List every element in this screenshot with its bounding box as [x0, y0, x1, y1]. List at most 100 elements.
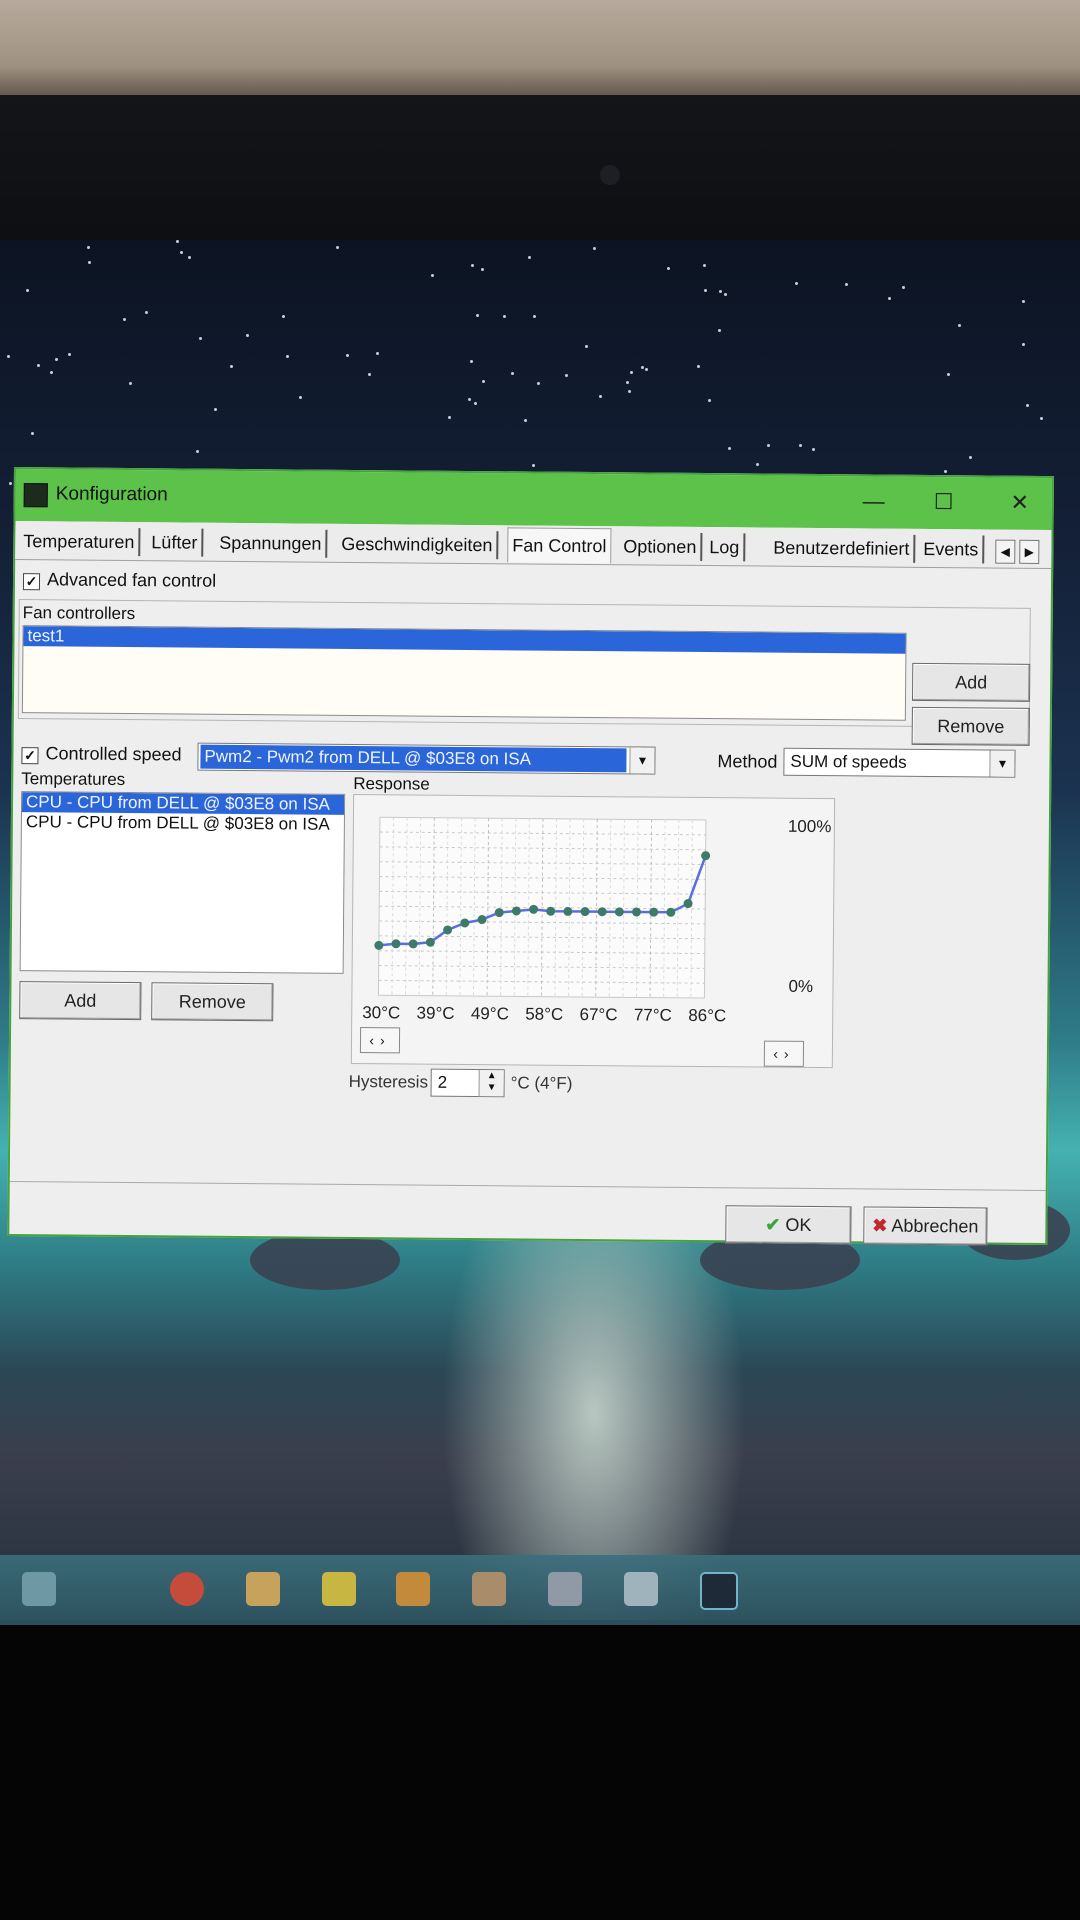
curve-point[interactable]	[374, 940, 384, 950]
advanced-fan-control-checkbox[interactable]: ✓	[22, 573, 41, 591]
curve-point[interactable]	[391, 939, 401, 949]
fan-controllers-list[interactable]: test1	[21, 625, 907, 721]
controlled-speed-checkbox[interactable]: ✓	[21, 747, 39, 765]
curve-point[interactable]	[580, 907, 590, 917]
response-chart[interactable]	[352, 795, 834, 1067]
app-icon-7[interactable]	[624, 1572, 658, 1606]
footer-divider	[9, 1180, 1046, 1192]
star	[703, 264, 706, 267]
hysteresis-spinner[interactable]: 2 ▲ ▼	[430, 1068, 505, 1098]
star	[585, 345, 588, 348]
curve-point[interactable]	[683, 899, 693, 909]
add-temperature-button[interactable]: Add	[19, 981, 142, 1021]
star	[199, 337, 202, 340]
curve-point[interactable]	[408, 939, 418, 949]
star	[55, 358, 58, 361]
remove-temperature-button[interactable]: Remove	[151, 982, 274, 1022]
star	[958, 324, 961, 327]
cancel-button[interactable]: ✖ Abbrechen	[863, 1206, 988, 1246]
star	[448, 416, 451, 419]
chrome-icon[interactable]	[170, 1572, 204, 1606]
star	[532, 464, 535, 467]
minimize-button[interactable]: —	[854, 486, 894, 516]
curve-point[interactable]	[494, 908, 504, 918]
curve-point[interactable]	[632, 907, 642, 917]
taskbar	[0, 1555, 1080, 1625]
temperatures-list[interactable]: CPU - CPU from DELL @ $03E8 on ISA CPU -…	[19, 791, 346, 974]
curve-point[interactable]	[529, 904, 539, 914]
star	[599, 395, 602, 398]
star	[26, 289, 29, 292]
store-icon[interactable]	[396, 1572, 430, 1606]
check-icon: ✔	[765, 1214, 781, 1235]
close-button[interactable]: ✕	[1000, 488, 1040, 518]
maximize-button[interactable]: ☐	[924, 487, 964, 517]
add-controller-button[interactable]: Add	[911, 662, 1031, 702]
chevron-down-icon[interactable]: ▼	[629, 747, 655, 774]
tab-fan-control[interactable]: Fan Control	[507, 527, 612, 564]
temperature-item[interactable]: CPU - CPU from DELL @ $03E8 on ISA	[22, 812, 344, 835]
curve-point[interactable]	[425, 937, 435, 947]
chart-scroll-left-arrows[interactable]: ‹›	[359, 1027, 401, 1054]
star	[630, 371, 633, 374]
chevron-down-icon[interactable]: ▼	[989, 750, 1015, 777]
curve-point[interactable]	[477, 915, 487, 925]
star	[88, 261, 91, 264]
star	[524, 419, 527, 422]
tab-temperaturen[interactable]: Temperaturen	[19, 527, 141, 557]
fan-app-icon[interactable]	[700, 1572, 738, 1610]
x-tick-label: 58°C	[525, 1004, 564, 1024]
star	[708, 399, 711, 402]
tab-geschwindigkeiten[interactable]: Geschwindigkeiten	[337, 529, 499, 560]
tab-log[interactable]: Log	[705, 533, 746, 562]
ok-button[interactable]: ✔ OK	[725, 1205, 852, 1245]
star	[511, 372, 514, 375]
star	[697, 365, 700, 368]
star	[282, 315, 285, 318]
file-explorer-icon[interactable]	[246, 1572, 280, 1606]
tab-luefter[interactable]: Lüfter	[147, 528, 204, 557]
curve-point[interactable]	[443, 925, 453, 935]
curve-point[interactable]	[649, 907, 659, 917]
app-icon-6[interactable]	[548, 1572, 582, 1606]
temperature-item[interactable]: CPU - CPU from DELL @ $03E8 on ISA	[21, 792, 345, 815]
star	[180, 251, 183, 254]
star	[947, 373, 950, 376]
spinner-arrows-icon[interactable]: ▲ ▼	[478, 1070, 504, 1097]
curve-point[interactable]	[614, 907, 624, 917]
tab-spannungen[interactable]: Spannungen	[215, 528, 328, 558]
chart-scroll-right-arrows[interactable]: ‹›	[763, 1040, 805, 1067]
star	[468, 398, 471, 401]
tab-scroll-right-icon[interactable]: ▶	[1019, 539, 1040, 564]
app-icon-5[interactable]	[472, 1572, 506, 1606]
star	[346, 354, 349, 357]
curve-point[interactable]	[597, 907, 607, 917]
task-view-icon[interactable]	[22, 1572, 56, 1606]
y-min-label: 0%	[788, 976, 814, 996]
curve-point[interactable]	[511, 906, 521, 916]
tab-optionen[interactable]: Optionen	[619, 532, 703, 562]
curve-point[interactable]	[701, 851, 711, 861]
star	[68, 353, 71, 356]
tab-benutzerdefiniert[interactable]: Benutzerdefiniert	[769, 533, 916, 563]
tab-scroll-left-icon[interactable]: ◀	[995, 539, 1016, 564]
method-select[interactable]: SUM of speeds ▼	[783, 747, 1016, 778]
tab-events[interactable]: Events	[919, 534, 985, 564]
sticky-notes-icon[interactable]	[322, 1572, 356, 1606]
star	[537, 382, 540, 385]
curve-point[interactable]	[460, 918, 470, 928]
method-value: SUM of speeds	[790, 751, 907, 772]
remove-controller-button[interactable]: Remove	[911, 706, 1030, 746]
curve-point[interactable]	[563, 906, 573, 916]
hysteresis-value: 2	[437, 1072, 448, 1092]
star	[214, 408, 217, 411]
curve-point[interactable]	[666, 907, 676, 917]
star	[641, 366, 644, 369]
star	[812, 448, 815, 451]
controlled-speed-label: Controlled speed	[45, 743, 182, 765]
controlled-speed-select[interactable]: Pwm2 - Pwm2 from DELL @ $03E8 on ISA ▼	[197, 742, 656, 775]
response-label: Response	[353, 773, 430, 794]
star	[188, 256, 191, 259]
curve-point[interactable]	[546, 906, 556, 916]
star	[299, 396, 302, 399]
